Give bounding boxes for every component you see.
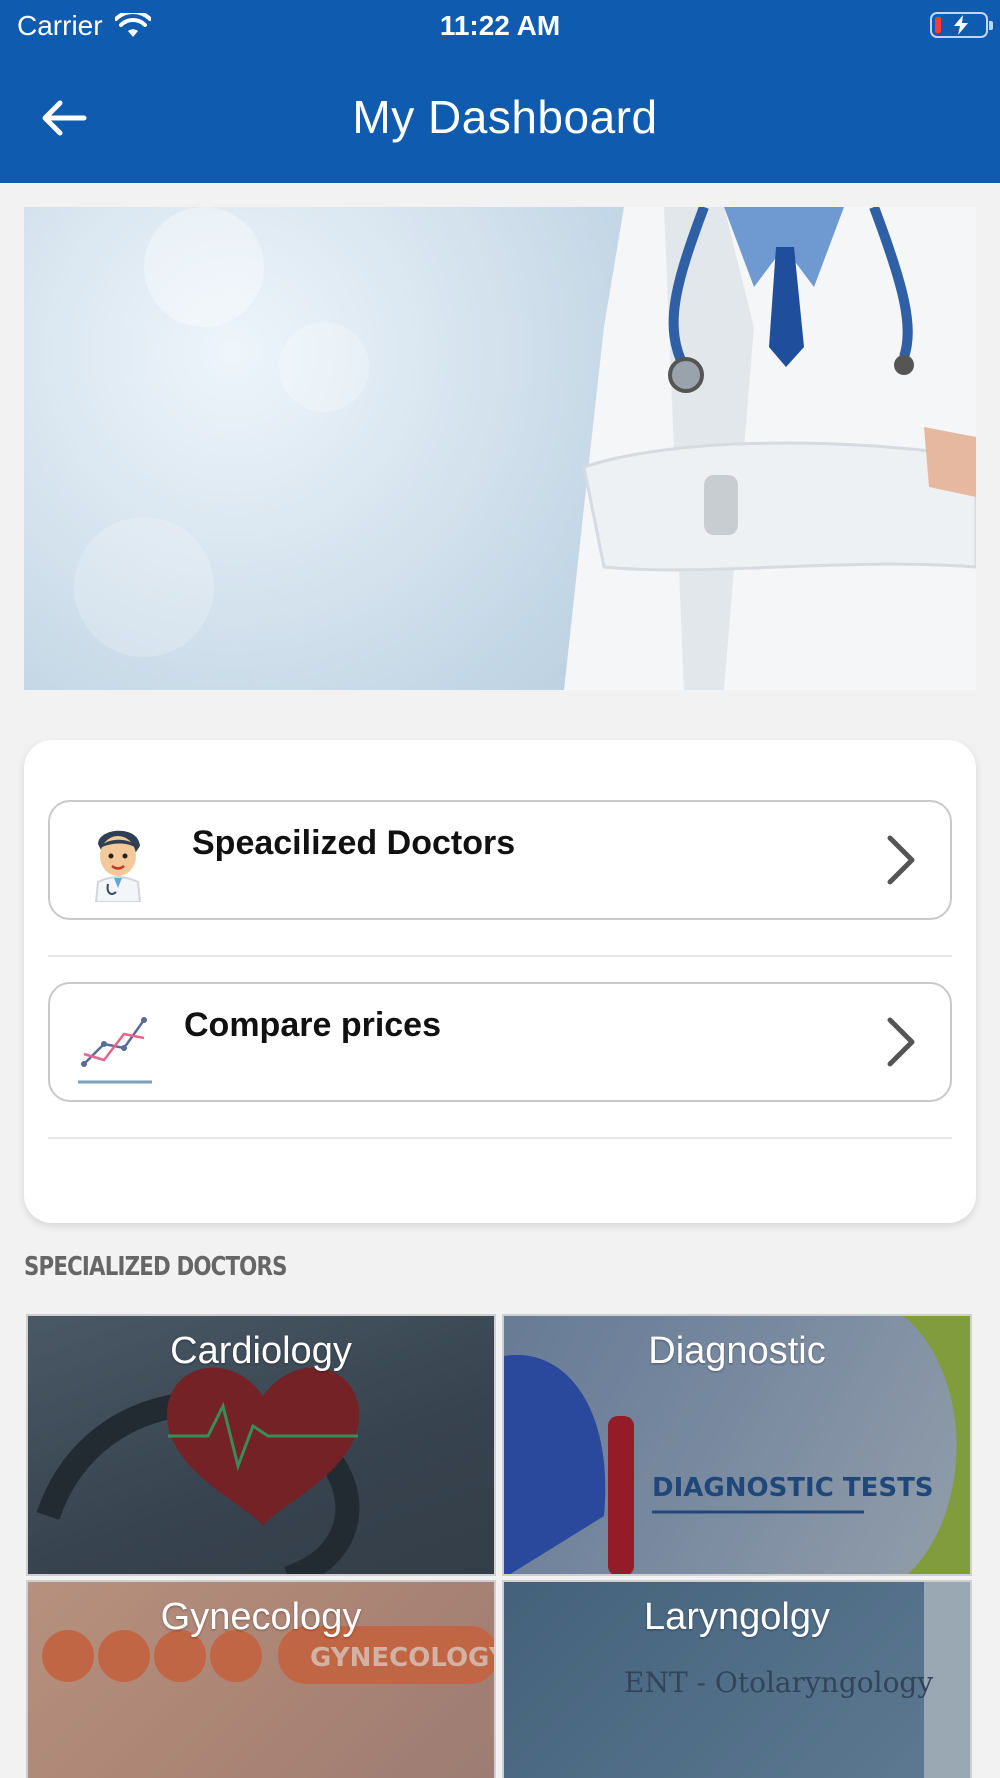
specialty-tile-cardiology[interactable]: Cardiology xyxy=(26,1314,496,1576)
divider xyxy=(48,955,952,957)
section-title: SPECIALIZED DOCTORS xyxy=(24,1252,287,1282)
dashboard-card: Speacilized Doctors Compare prices xyxy=(24,740,976,1223)
price-chart-icon xyxy=(78,1017,152,1084)
doctor-avatar-icon xyxy=(94,830,142,902)
specialized-doctors-button[interactable]: Speacilized Doctors xyxy=(48,800,952,920)
status-bar: Carrier 11:22 AM xyxy=(0,0,1000,50)
divider xyxy=(48,1137,952,1139)
status-time: 11:22 AM xyxy=(439,10,561,41)
specialty-name: Laryngolgy xyxy=(644,1596,830,1638)
page-title: My Dashboard xyxy=(352,91,658,143)
specialty-name: Diagnostic xyxy=(648,1330,826,1372)
chevron-right-icon xyxy=(887,835,915,885)
specialty-tile-laryngology[interactable]: ENT - Otolaryngology Laryngolgy xyxy=(502,1580,972,1778)
compare-prices-button[interactable]: Compare prices xyxy=(48,982,952,1102)
top-bar: Carrier 11:22 AM My Dashboard xyxy=(0,0,1000,183)
specialty-name: Cardiology xyxy=(170,1330,352,1372)
specialty-name: Gynecology xyxy=(160,1596,362,1638)
chevron-right-icon xyxy=(887,1017,915,1067)
nav-header: My Dashboard xyxy=(0,58,1000,178)
battery-icon xyxy=(930,12,993,38)
specialized-doctors-label: Speacilized Doctors xyxy=(192,824,516,862)
specialty-tile-gynecology[interactable]: GYNECOLOGY Gynecology xyxy=(26,1580,496,1778)
hero-banner-image xyxy=(24,207,976,690)
compare-prices-label: Compare prices xyxy=(184,1006,441,1044)
specialty-tile-diagnostic[interactable]: DIAGNOSTIC TESTS Diagnostic xyxy=(502,1314,972,1576)
doctor-illustration xyxy=(74,207,976,690)
